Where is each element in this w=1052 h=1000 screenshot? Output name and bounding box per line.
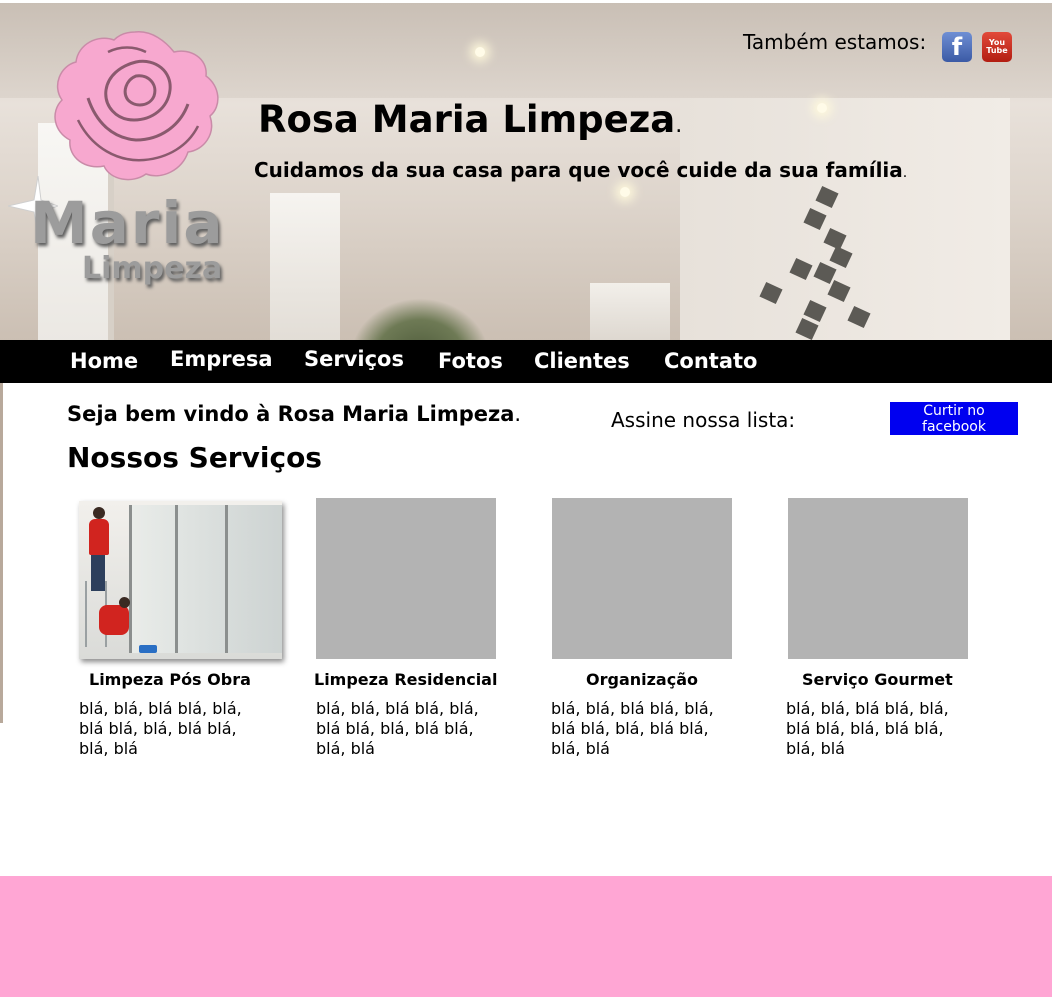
site-title-text: Rosa Maria Limpeza — [258, 98, 676, 141]
site-tagline: Cuidamos da sua casa para que você cuide… — [254, 158, 907, 182]
service-title[interactable]: Organização — [586, 670, 698, 689]
service-description: blá, blá, blá blá, blá, blá blá, blá, bl… — [316, 699, 479, 758]
logo-word: Maria — [30, 189, 225, 257]
ceiling-lamp — [817, 103, 827, 113]
facebook-like-button[interactable]: Curtir no facebook — [890, 402, 1018, 435]
bucket — [139, 645, 157, 653]
worker-figure — [93, 507, 105, 519]
logo-word: Limpeza — [82, 251, 223, 286]
worker-figure — [119, 597, 130, 608]
newsletter-label: Assine nossa lista: — [611, 408, 796, 432]
service-title[interactable]: Serviço Gourmet — [802, 670, 953, 689]
hero-plant — [350, 298, 490, 341]
hero-window — [590, 283, 670, 341]
window-frame — [175, 505, 178, 653]
hero-wall — [680, 98, 1010, 341]
nav-item-empresa[interactable]: Empresa — [170, 347, 273, 371]
youtube-icon[interactable]: You Tube — [982, 32, 1012, 62]
logo-wordmark[interactable]: Maria Limpeza — [30, 192, 250, 284]
service-description: blá, blá, blá blá, blá, blá blá, blá, bl… — [786, 699, 949, 758]
service-image-placeholder[interactable] — [552, 498, 732, 659]
ceiling-lamp — [475, 47, 485, 57]
hero-window — [270, 193, 340, 341]
main-navigation: Home Empresa Serviços Fotos Clientes Con… — [0, 340, 1052, 383]
welcome-dot: . — [514, 402, 522, 426]
service-title[interactable]: Limpeza Residencial — [314, 670, 497, 689]
nav-item-home[interactable]: Home — [70, 349, 138, 373]
nav-item-contato[interactable]: Contato — [664, 349, 757, 373]
site-tagline-text: Cuidamos da sua casa para que você cuide… — [254, 158, 903, 182]
services-heading: Nossos Serviços — [67, 441, 322, 474]
worker-figure — [99, 605, 129, 635]
welcome-text: Seja bem vindo à Rosa Maria Limpeza — [67, 402, 515, 426]
ceiling-lamp — [620, 187, 630, 197]
site-title: Rosa Maria Limpeza. — [258, 98, 682, 141]
window-frame — [225, 505, 228, 653]
site-title-dot: . — [675, 113, 683, 138]
site-tagline-dot: . — [902, 165, 908, 181]
facebook-icon[interactable]: f — [942, 32, 972, 62]
service-title[interactable]: Limpeza Pós Obra — [89, 670, 251, 689]
youtube-icon-text: Tube — [986, 46, 1008, 55]
nav-item-clientes[interactable]: Clientes — [534, 349, 630, 373]
nav-item-fotos[interactable]: Fotos — [438, 349, 503, 373]
page-footer — [0, 876, 1052, 997]
window-frame — [129, 505, 282, 653]
left-edge-strip — [0, 383, 3, 723]
service-image-placeholder[interactable] — [788, 498, 968, 659]
worker-figure — [89, 519, 109, 555]
service-image-placeholder[interactable] — [316, 498, 496, 659]
nav-item-servicos[interactable]: Serviços — [304, 347, 404, 371]
service-photo-cleaning[interactable] — [79, 501, 282, 659]
welcome-heading: Seja bem vindo à Rosa Maria Limpeza. — [67, 402, 521, 426]
service-description: blá, blá, blá blá, blá, blá blá, blá, bl… — [551, 699, 714, 758]
service-description: blá, blá, blá blá, blá, blá blá, blá, bl… — [79, 699, 242, 758]
social-label: Também estamos: — [743, 30, 927, 54]
rose-logo-icon[interactable] — [48, 28, 222, 182]
